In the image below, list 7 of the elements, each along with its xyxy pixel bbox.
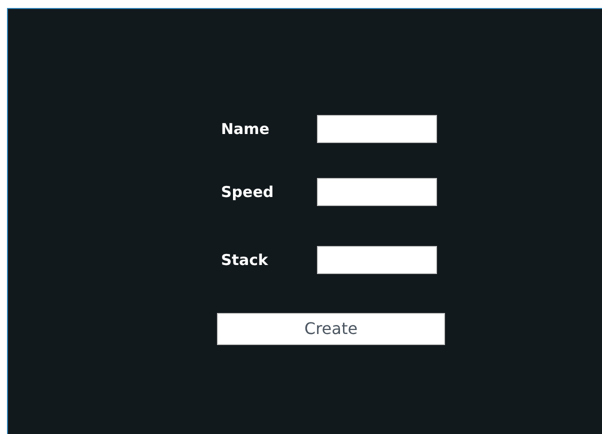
input-field[interactable] <box>317 115 437 143</box>
field-label: Name <box>220 118 270 140</box>
input-field[interactable] <box>317 178 437 206</box>
input-field[interactable] <box>317 246 437 274</box>
field-label: Stack <box>220 250 269 271</box>
create-button[interactable]: Create <box>217 313 445 345</box>
field-label: Speed <box>220 182 275 203</box>
